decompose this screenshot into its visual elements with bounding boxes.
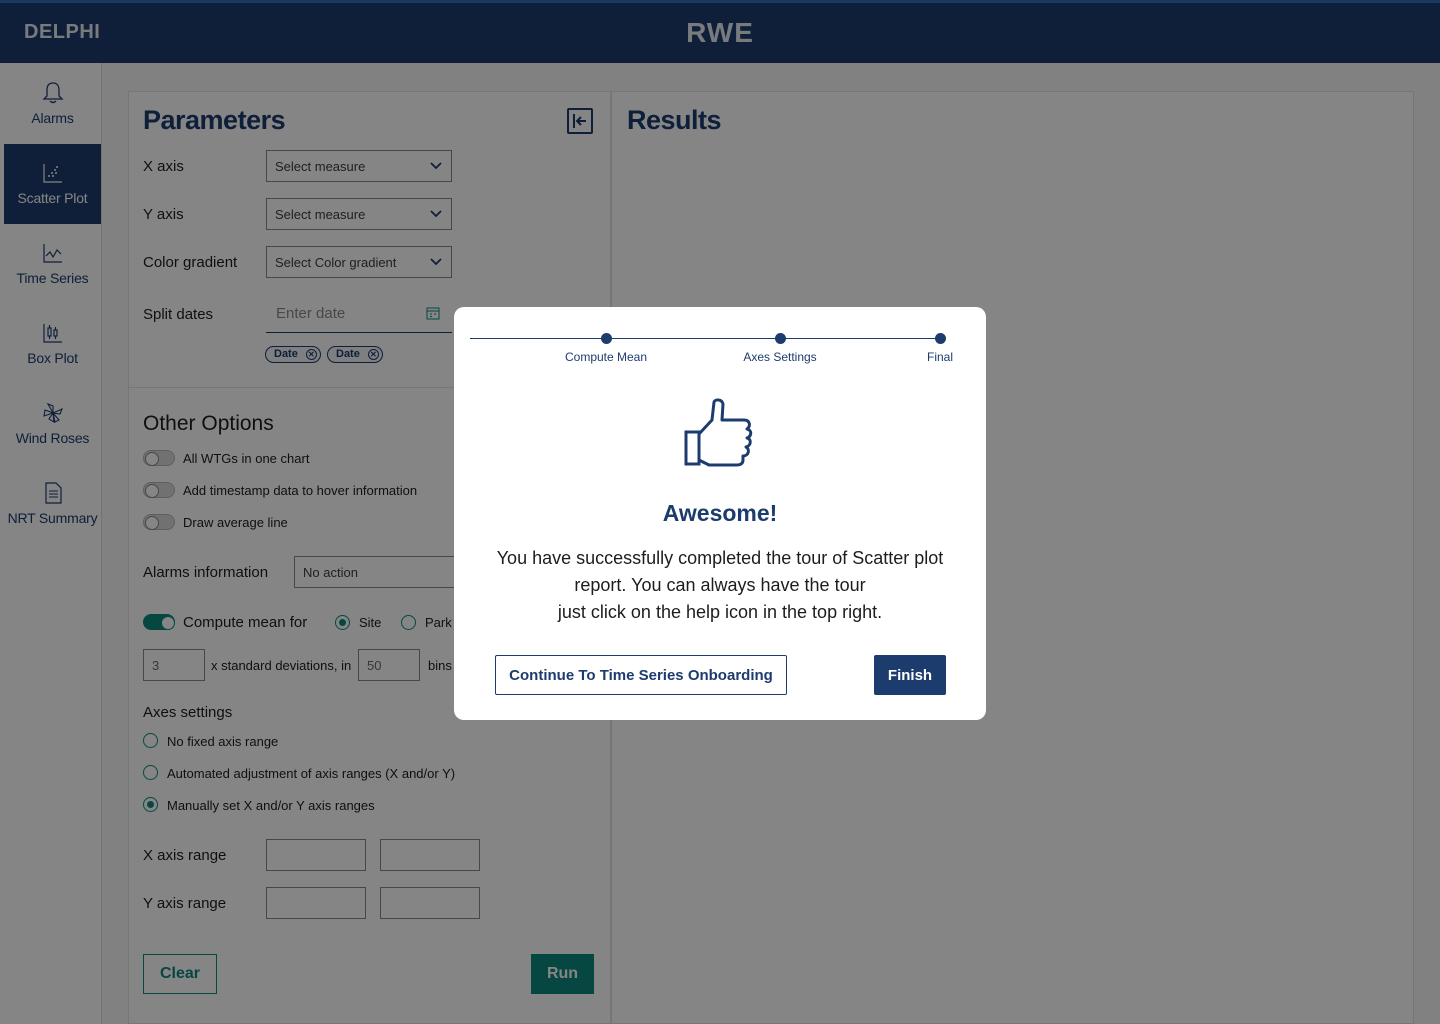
- stepper-line: [470, 338, 940, 339]
- modal-body-line: just click on the help icon in the top r…: [557, 602, 883, 622]
- continue-onboarding-button[interactable]: Continue To Time Series Onboarding: [495, 655, 787, 695]
- thumbs-up-icon: [684, 398, 753, 467]
- onboarding-complete-modal: Compute Mean Axes Settings Final Awesome…: [454, 307, 986, 720]
- modal-body-line: You have successfully completed the tour…: [496, 548, 944, 568]
- step-dot: [935, 333, 946, 344]
- step-label-final: Final: [926, 350, 954, 364]
- step-label-compute-mean: Compute Mean: [564, 350, 648, 364]
- step-dot: [775, 333, 786, 344]
- modal-body: You have successfully completed the tour…: [470, 545, 970, 626]
- finish-button[interactable]: Finish: [874, 655, 946, 695]
- step-dot: [601, 333, 612, 344]
- modal-title: Awesome!: [662, 500, 778, 526]
- step-label-axes-settings: Axes Settings: [743, 350, 817, 364]
- modal-body-line: report. You can always have the tour: [574, 575, 866, 595]
